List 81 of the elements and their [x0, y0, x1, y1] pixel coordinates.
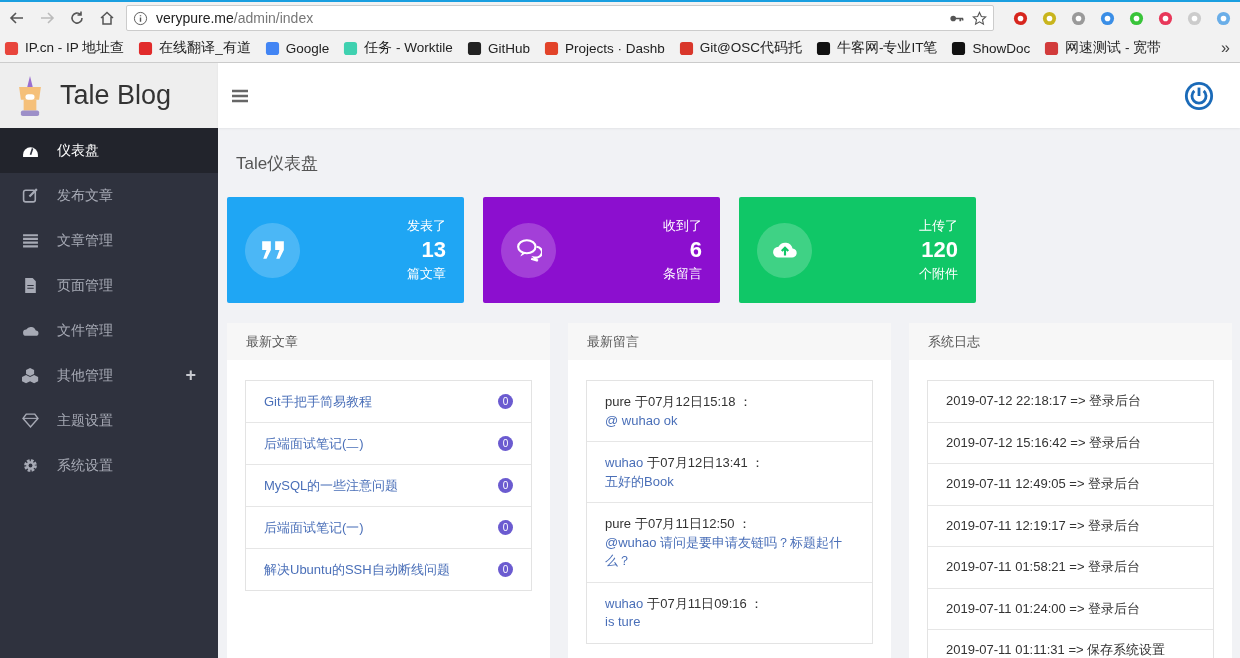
bookmark[interactable]: 牛客网-专业IT笔	[815, 39, 938, 57]
comments-icon	[515, 237, 542, 263]
stat-unit: 条留言	[663, 265, 702, 283]
author-name: pure	[605, 393, 632, 411]
comment-text[interactable]: @ wuhao ok	[605, 411, 854, 430]
sidebar-item[interactable]: 页面管理	[0, 263, 218, 308]
extension-icon[interactable]	[1013, 10, 1028, 26]
stat-unit: 个附件	[919, 265, 958, 283]
more-bookmarks[interactable]: »	[1221, 39, 1236, 57]
menu-icon[interactable]	[232, 88, 248, 103]
log-entry: 2019-07-11 01:24:00 => 登录后台	[946, 599, 1141, 618]
stat-value: 120	[921, 237, 958, 263]
bookmark[interactable]: 任务 - Worktile	[343, 39, 453, 57]
list-icon	[22, 232, 39, 249]
bookmark[interactable]: Projects · Dashb	[543, 40, 665, 56]
diamond-icon	[22, 412, 39, 429]
post-link[interactable]: 后端面试笔记(二)	[264, 434, 364, 453]
file-icon	[22, 277, 39, 294]
page-title: Tale仪表盘	[236, 153, 320, 175]
address-bar[interactable]: verypure.me/admin/index	[126, 5, 994, 31]
cubes-icon	[22, 367, 39, 384]
comment-count: 0	[498, 562, 513, 577]
info-icon	[133, 10, 148, 26]
bookmark[interactable]: IP.cn - IP 地址查	[4, 39, 125, 57]
post-link[interactable]: MySQL的一些注意问题	[264, 476, 399, 495]
post-link[interactable]: Git手把手简易教程	[264, 392, 372, 411]
back-icon[interactable]	[9, 10, 25, 26]
log-entry: 2019-07-11 12:19:17 => 登录后台	[946, 516, 1141, 535]
stat-label: 收到了	[663, 217, 702, 235]
author-link[interactable]: wuhao	[605, 454, 644, 473]
stat-unit: 篇文章	[407, 265, 446, 283]
reload-icon[interactable]	[69, 10, 85, 26]
bookmark[interactable]: ShowDoc	[951, 40, 1031, 56]
sidebar-item[interactable]: 主题设置	[0, 398, 218, 443]
post-link[interactable]: 解决Ubuntu的SSH自动断线问题	[264, 560, 450, 579]
comment-count: 0	[498, 478, 513, 493]
extension-icon[interactable]	[1158, 10, 1173, 26]
stat-label: 上传了	[919, 217, 958, 235]
bookmark[interactable]: 在线翻译_有道	[138, 39, 251, 57]
expand-toggle[interactable]: +	[185, 365, 196, 386]
gear-icon	[22, 457, 39, 474]
bookmark[interactable]: GitHub	[466, 40, 530, 56]
bookmark[interactable]: 网速测试 - 宽带	[1044, 39, 1162, 57]
panel-title: 系统日志	[909, 323, 1232, 360]
comment-text[interactable]: is ture	[605, 613, 854, 632]
bookmark[interactable]: Google	[264, 40, 330, 56]
power-icon[interactable]	[1184, 80, 1214, 111]
comment-time: 于07月11日12:50 ：	[635, 515, 752, 533]
author-link[interactable]: wuhao	[605, 594, 644, 613]
edit-icon	[22, 187, 39, 204]
sidebar-item[interactable]: 发布文章	[0, 173, 218, 218]
extension-icon[interactable]	[1071, 10, 1086, 26]
home-icon[interactable]	[99, 10, 115, 26]
comment-time: 于07月12日13:41 ：	[647, 454, 765, 472]
bookmark[interactable]: Git@OSC代码托	[678, 39, 802, 57]
comment-time: 于07月11日09:16 ：	[647, 594, 764, 613]
comment-count: 0	[498, 520, 513, 535]
log-entry: 2019-07-11 01:58:21 => 登录后台	[946, 558, 1141, 577]
log-entry: 2019-07-11 12:49:05 => 登录后台	[946, 475, 1141, 494]
sidebar-item[interactable]: 文章管理	[0, 218, 218, 263]
panel-title: 最新文章	[227, 323, 550, 360]
post-link[interactable]: 后端面试笔记(一)	[264, 518, 364, 537]
extension-icon[interactable]	[1100, 10, 1115, 26]
sidebar-item[interactable]: 仪表盘	[0, 128, 218, 173]
comment-time: 于07月12日15:18 ：	[635, 393, 753, 411]
log-entry: 2019-07-12 15:16:42 => 登录后台	[946, 433, 1142, 452]
comment-count: 0	[498, 436, 513, 451]
log-entry: 2019-07-11 01:11:31 => 保存系统设置	[946, 641, 1166, 658]
sidebar-item[interactable]: 文件管理	[0, 308, 218, 353]
panel-title: 最新留言	[568, 323, 891, 360]
comment-count: 0	[498, 394, 513, 409]
comment-text[interactable]: 五好的Book	[605, 472, 854, 491]
sidebar-item[interactable]: 其他管理 +	[0, 353, 218, 398]
stat-value: 6	[689, 237, 702, 263]
log-entry: 2019-07-12 22:18:17 => 登录后台	[946, 392, 1142, 411]
sidebar-item[interactable]: 系统设置	[0, 443, 218, 488]
stat-value: 13	[421, 237, 446, 263]
stat-label: 发表了	[407, 217, 446, 235]
comment-text[interactable]: @wuhao 请问是要申请友链吗？标题起什么？	[605, 533, 854, 571]
author-name: pure	[605, 515, 632, 533]
star-icon[interactable]	[972, 10, 987, 26]
